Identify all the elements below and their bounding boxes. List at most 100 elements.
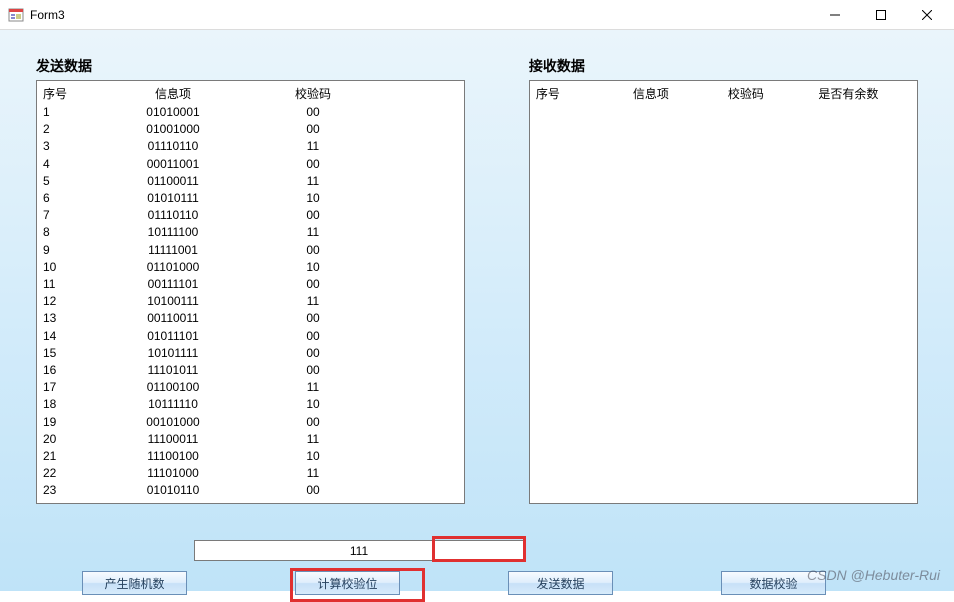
cell-seq: 19 [43, 414, 113, 431]
table-row[interactable]: 181011111010 [43, 396, 458, 413]
cell-seq: 1 [43, 104, 113, 121]
send-headers: 序号 信息项 校验码 [37, 81, 464, 104]
table-row[interactable]: 201110001111 [43, 431, 458, 448]
table-row[interactable]: 60101011110 [43, 190, 458, 207]
table-row[interactable]: 221110100011 [43, 465, 458, 482]
cell-check: 00 [273, 345, 393, 362]
cell-seq: 22 [43, 465, 113, 482]
recv-listbox[interactable]: 序号 信息项 校验码 是否有余数 [529, 80, 918, 504]
generate-random-button[interactable]: 产生随机数 [82, 571, 187, 595]
cell-seq: 8 [43, 224, 113, 241]
cell-seq: 7 [43, 207, 113, 224]
cell-seq: 11 [43, 276, 113, 293]
cell-seq: 20 [43, 431, 113, 448]
cell-seq: 9 [43, 242, 113, 259]
poly-input[interactable] [194, 540, 524, 561]
calc-check-button[interactable]: 计算校验位 [295, 571, 400, 595]
table-row[interactable]: 10101000100 [43, 104, 458, 121]
table-row[interactable]: 100110100010 [43, 259, 458, 276]
cell-check: 00 [273, 242, 393, 259]
titlebar: Form3 [0, 0, 954, 30]
cell-seq: 6 [43, 190, 113, 207]
table-row[interactable]: 50110001111 [43, 173, 458, 190]
cell-seq: 3 [43, 138, 113, 155]
table-row[interactable]: 161110101100 [43, 362, 458, 379]
table-row[interactable]: 230101011000 [43, 482, 458, 499]
cell-seq: 13 [43, 310, 113, 327]
table-row[interactable]: 70111011000 [43, 207, 458, 224]
cell-info: 10100111 [113, 293, 273, 310]
cell-check: 11 [273, 431, 393, 448]
cell-seq: 10 [43, 259, 113, 276]
minimize-button[interactable] [812, 0, 858, 30]
cell-check: 00 [273, 310, 393, 327]
cell-info: 01100011 [113, 173, 273, 190]
cell-info: 01100100 [113, 379, 273, 396]
cell-info: 00111101 [113, 276, 273, 293]
cell-check: 00 [273, 156, 393, 173]
cell-info: 10101111 [113, 345, 273, 362]
watermark: CSDN @Hebuter-Rui [807, 567, 940, 583]
cell-seq: 14 [43, 328, 113, 345]
cell-info: 10111100 [113, 224, 273, 241]
cell-seq: 15 [43, 345, 113, 362]
cell-info: 11100011 [113, 431, 273, 448]
recv-headers: 序号 信息项 校验码 是否有余数 [530, 81, 917, 104]
app-icon [8, 7, 24, 23]
table-row[interactable]: 140101110100 [43, 328, 458, 345]
table-row[interactable]: 190010100000 [43, 414, 458, 431]
table-row[interactable]: 40001100100 [43, 156, 458, 173]
recv-header-remain: 是否有余数 [786, 85, 911, 102]
table-row[interactable]: 170110010011 [43, 379, 458, 396]
table-row[interactable]: 30111011011 [43, 138, 458, 155]
recv-header-seq: 序号 [536, 85, 596, 102]
cell-seq: 4 [43, 156, 113, 173]
send-panel: 发送数据 序号 信息项 校验码 101010001002010010000030… [36, 56, 465, 504]
table-row[interactable]: 81011110011 [43, 224, 458, 241]
close-button[interactable] [904, 0, 950, 30]
cell-check: 11 [273, 465, 393, 482]
cell-check: 00 [273, 414, 393, 431]
cell-check: 00 [273, 104, 393, 121]
table-row[interactable]: 20100100000 [43, 121, 458, 138]
cell-info: 01010111 [113, 190, 273, 207]
cell-check: 11 [273, 173, 393, 190]
cell-seq: 18 [43, 396, 113, 413]
window-title: Form3 [30, 8, 65, 22]
maximize-button[interactable] [858, 0, 904, 30]
cell-info: 01110110 [113, 138, 273, 155]
table-row[interactable]: 110011110100 [43, 276, 458, 293]
cell-info: 01010001 [113, 104, 273, 121]
send-header-check: 校验码 [273, 85, 393, 102]
client-area: 发送数据 序号 信息项 校验码 101010001002010010000030… [0, 30, 954, 591]
cell-seq: 16 [43, 362, 113, 379]
table-row[interactable]: 91111100100 [43, 242, 458, 259]
cell-seq: 21 [43, 448, 113, 465]
cell-seq: 12 [43, 293, 113, 310]
cell-info: 00110011 [113, 310, 273, 327]
cell-seq: 5 [43, 173, 113, 190]
cell-check: 00 [273, 482, 393, 499]
send-listbox[interactable]: 序号 信息项 校验码 10101000100201001000003011101… [36, 80, 465, 504]
table-row[interactable]: 130011001100 [43, 310, 458, 327]
cell-info: 11100100 [113, 448, 273, 465]
cell-check: 00 [273, 207, 393, 224]
cell-check: 00 [273, 328, 393, 345]
cell-check: 10 [273, 190, 393, 207]
table-row[interactable]: 121010011111 [43, 293, 458, 310]
send-header-info: 信息项 [113, 85, 273, 102]
cell-info: 00101000 [113, 414, 273, 431]
send-header-seq: 序号 [43, 85, 113, 102]
recv-panel: 接收数据 序号 信息项 校验码 是否有余数 [529, 56, 918, 504]
cell-seq: 2 [43, 121, 113, 138]
cell-check: 11 [273, 293, 393, 310]
send-data-button[interactable]: 发送数据 [508, 571, 613, 595]
cell-check: 11 [273, 379, 393, 396]
send-label: 发送数据 [36, 56, 465, 76]
cell-info: 10111110 [113, 396, 273, 413]
cell-info: 01101000 [113, 259, 273, 276]
table-row[interactable]: 151010111100 [43, 345, 458, 362]
cell-seq: 23 [43, 482, 113, 499]
cell-check: 00 [273, 121, 393, 138]
table-row[interactable]: 211110010010 [43, 448, 458, 465]
